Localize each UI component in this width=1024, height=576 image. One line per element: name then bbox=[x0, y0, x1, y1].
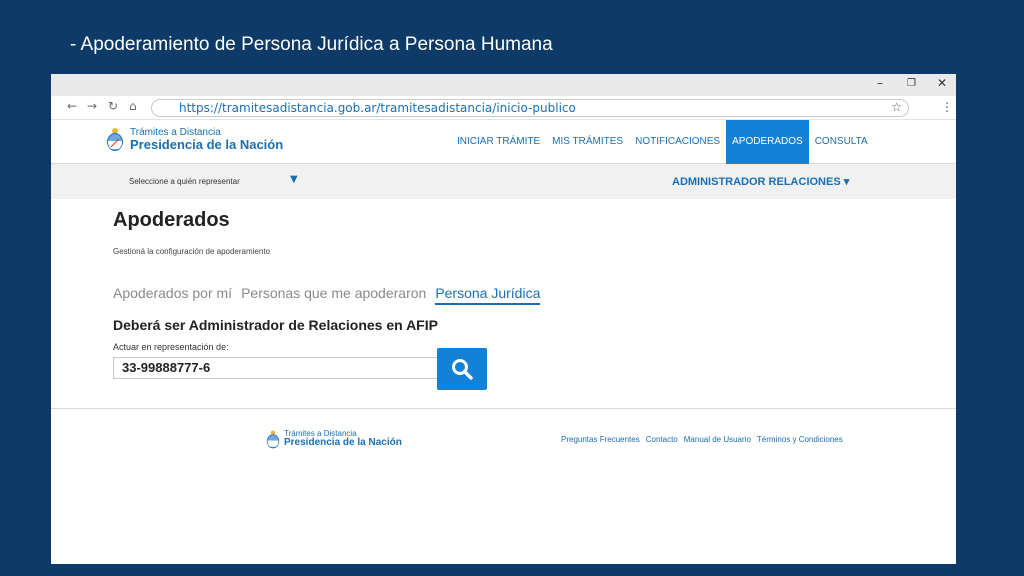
back-arrow-icon[interactable]: ← bbox=[67, 99, 77, 113]
restore-icon[interactable]: ❐ bbox=[907, 78, 916, 89]
site-logo[interactable]: Trámites a Distancia Presidencia de la N… bbox=[106, 127, 283, 151]
bookmark-star-icon[interactable]: ☆ bbox=[891, 100, 902, 114]
browser-menu-icon[interactable]: ⋮ bbox=[941, 100, 953, 114]
page-title: Apoderados bbox=[113, 209, 230, 231]
window-titlebar: – ❐ ✕ bbox=[51, 74, 956, 96]
footer: Trámites a Distancia Presidencia de la N… bbox=[51, 409, 956, 469]
browser-toolbar: ← → ↻ ⌂ https://tramitesadistancia.gob.a… bbox=[51, 96, 956, 120]
admin-relaciones-menu[interactable]: ADMINISTRADOR RELACIONES ▾ bbox=[672, 175, 849, 188]
url-text[interactable]: https://tramitesadistancia.gob.ar/tramit… bbox=[179, 101, 576, 115]
nav-consulta[interactable]: CONSULTA bbox=[809, 120, 874, 164]
coat-of-arms-icon bbox=[107, 128, 123, 151]
footer-links: Preguntas Frecuentes Contacto Manual de … bbox=[561, 435, 849, 444]
footer-link-manual[interactable]: Manual de Usuario bbox=[684, 435, 751, 444]
section-title: Deberá ser Administrador de Relaciones e… bbox=[113, 317, 438, 333]
represent-select[interactable]: Seleccione a quién representar bbox=[129, 177, 240, 186]
browser-window: – ❐ ✕ ← → ↻ ⌂ https://tramitesadistancia… bbox=[51, 74, 956, 564]
main-content: Apoderados Gestioná la configuración de … bbox=[51, 199, 956, 409]
tab-apoderados-por-mi[interactable]: Apoderados por mí bbox=[113, 285, 232, 305]
home-icon[interactable]: ⌂ bbox=[129, 99, 137, 113]
footer-link-contacto[interactable]: Contacto bbox=[646, 435, 678, 444]
logo-top-text: Trámites a Distancia bbox=[130, 126, 221, 138]
footer-logo-bottom-text: Presidencia de la Nación bbox=[284, 437, 402, 448]
nav-notificaciones[interactable]: NOTIFICACIONES bbox=[629, 120, 726, 164]
minimize-icon[interactable]: – bbox=[877, 76, 883, 90]
close-icon[interactable]: ✕ bbox=[937, 76, 947, 90]
tabs: Apoderados por mí Personas que me apoder… bbox=[113, 285, 549, 305]
footer-link-preguntas[interactable]: Preguntas Frecuentes bbox=[561, 435, 640, 444]
coat-of-arms-icon bbox=[266, 430, 280, 449]
search-icon bbox=[452, 359, 473, 380]
field-label: Actuar en representación de: bbox=[113, 342, 229, 352]
forward-arrow-icon[interactable]: → bbox=[87, 99, 97, 113]
nav-apoderados[interactable]: APODERADOS bbox=[726, 120, 809, 164]
representation-bar: Seleccione a quién representar ▼ ADMINIS… bbox=[51, 164, 956, 199]
slide-title: - Apoderamiento de Persona Jurídica a Pe… bbox=[70, 34, 553, 55]
dropdown-arrow-icon[interactable]: ▼ bbox=[290, 174, 298, 185]
main-nav: INICIAR TRÁMITE MIS TRÁMITES NOTIFICACIO… bbox=[451, 120, 874, 164]
reload-icon[interactable]: ↻ bbox=[108, 99, 118, 113]
tab-persona-juridica[interactable]: Persona Jurídica bbox=[435, 285, 541, 305]
nav-iniciar-tramite[interactable]: INICIAR TRÁMITE bbox=[451, 120, 546, 164]
cuit-input[interactable]: 33-99888777-6 bbox=[113, 357, 438, 379]
footer-logo[interactable]: Trámites a Distancia Presidencia de la N… bbox=[266, 429, 402, 449]
nav-mis-tramites[interactable]: MIS TRÁMITES bbox=[546, 120, 629, 164]
address-bar[interactable]: https://tramitesadistancia.gob.ar/tramit… bbox=[151, 99, 909, 117]
logo-bottom-text: Presidencia de la Nación bbox=[130, 136, 284, 152]
footer-link-terminos[interactable]: Términos y Condiciones bbox=[757, 435, 843, 444]
page-subtitle: Gestioná la configuración de apoderamien… bbox=[113, 247, 270, 256]
tab-personas-que-me-apoderaron[interactable]: Personas que me apoderaron bbox=[241, 285, 426, 305]
site-header: Trámites a Distancia Presidencia de la N… bbox=[51, 120, 956, 164]
search-button[interactable] bbox=[437, 348, 487, 390]
